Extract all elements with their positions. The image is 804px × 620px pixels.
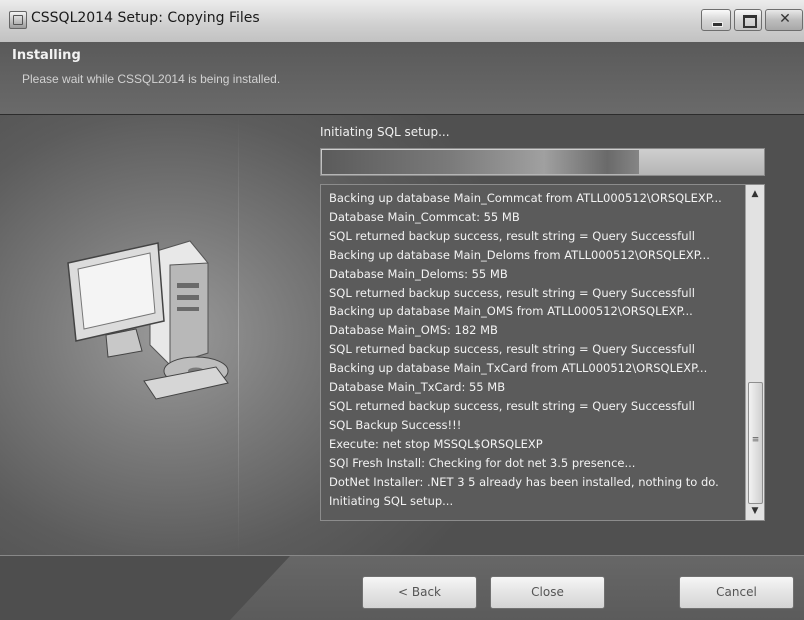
- page-title: Installing: [12, 48, 81, 63]
- log-line: SQL Backup Success!!!: [329, 417, 462, 432]
- close-button[interactable]: Close: [490, 576, 605, 609]
- log-line: SQl Fresh Install: Checking for dot net …: [329, 455, 636, 470]
- scroll-up-arrow-icon[interactable]: ▲: [746, 185, 764, 203]
- panel-divider: [238, 115, 239, 555]
- cancel-button[interactable]: Cancel: [679, 576, 794, 609]
- status-text: Initiating SQL setup...: [320, 125, 450, 139]
- log-scrollbar[interactable]: ▲ ≡ ▼: [745, 185, 764, 520]
- scroll-thumb[interactable]: ≡: [748, 382, 763, 504]
- log-line: Backing up database Main_Deloms from ATL…: [329, 247, 710, 262]
- log-line: SQL returned backup success, result stri…: [329, 285, 695, 300]
- progress-fill: [322, 150, 639, 174]
- log-line: Database Main_Deloms: 55 MB: [329, 266, 508, 281]
- footer-bar: < Back Close Cancel: [0, 555, 804, 620]
- grip-icon: ≡: [751, 435, 760, 445]
- log-lines: Backing up database Main_Commcat from AT…: [329, 189, 739, 510]
- computer-illustration: [67, 240, 229, 400]
- log-line: Execute: net stop MSSQL$ORSQLEXP: [329, 436, 543, 451]
- log-line: SQL returned backup success, result stri…: [329, 228, 695, 243]
- close-icon: ✕: [779, 11, 791, 27]
- main-panel: Initiating SQL setup... Backing up datab…: [0, 115, 804, 555]
- log-line: SQL returned backup success, result stri…: [329, 342, 695, 357]
- close-window-button[interactable]: ✕: [765, 9, 803, 31]
- log-line: Database Main_TxCard: 55 MB: [329, 380, 506, 395]
- log-textbox[interactable]: Backing up database Main_Commcat from AT…: [320, 184, 765, 521]
- progress-bar: [320, 148, 765, 176]
- log-line: Database Main_OMS: 182 MB: [329, 323, 498, 338]
- log-line: Initiating SQL setup...: [329, 493, 454, 508]
- installer-icon: [9, 11, 27, 29]
- page-subtitle: Please wait while CSSQL2014 is being ins…: [22, 72, 281, 86]
- window-title: CSSQL2014 Setup: Copying Files: [31, 10, 260, 26]
- title-bar[interactable]: CSSQL2014 Setup: Copying Files ✕: [0, 0, 804, 43]
- maximize-button[interactable]: [734, 9, 762, 31]
- scroll-down-arrow-icon[interactable]: ▼: [746, 502, 764, 520]
- log-line: Backing up database Main_Commcat from AT…: [329, 191, 722, 205]
- log-line: DotNet Installer: .NET 3 5 already has b…: [329, 474, 719, 489]
- minimize-button[interactable]: [701, 9, 731, 31]
- log-line: SQL returned backup success, result stri…: [329, 398, 695, 413]
- setup-window: CSSQL2014 Setup: Copying Files ✕ Install…: [0, 0, 804, 620]
- header-band: Installing Please wait while CSSQL2014 i…: [0, 42, 804, 115]
- log-line: Database Main_Commcat: 55 MB: [329, 209, 520, 224]
- log-line: Backing up database Main_OMS from ATLL00…: [329, 304, 693, 319]
- log-line: Backing up database Main_TxCard from ATL…: [329, 361, 708, 376]
- back-button[interactable]: < Back: [362, 576, 477, 609]
